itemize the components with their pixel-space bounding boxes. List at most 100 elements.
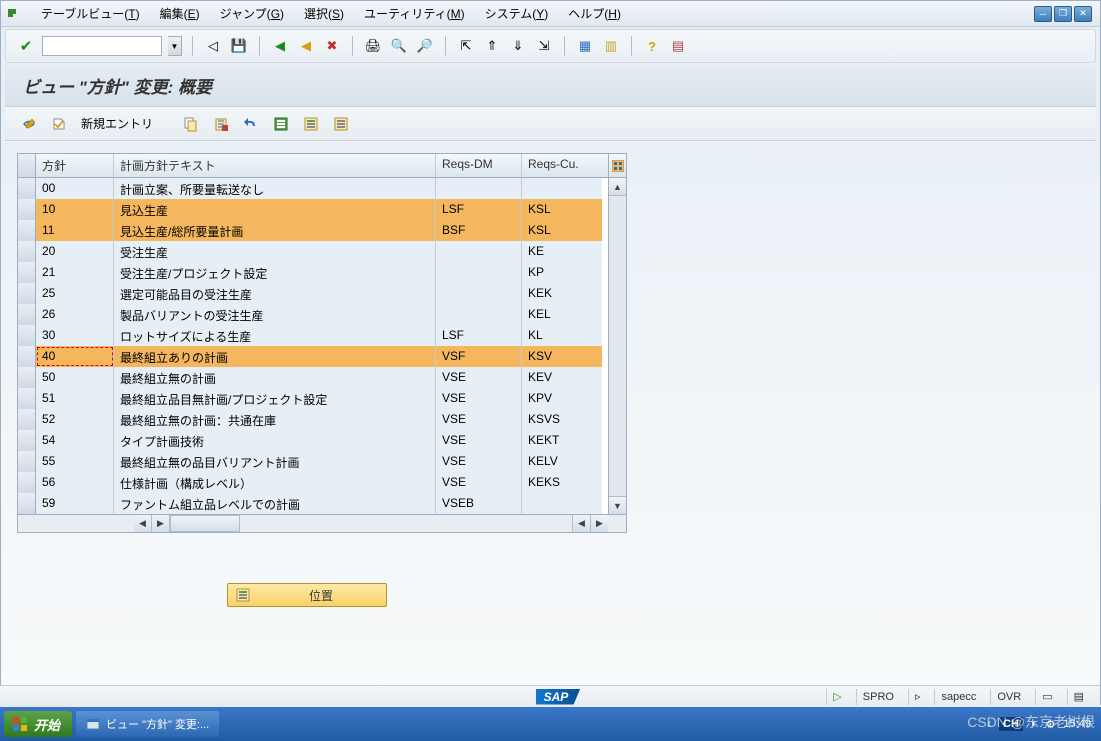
cell-reqs-dm[interactable]: VSE <box>436 367 522 388</box>
system-tray[interactable]: ‹ CH ◐ ⚙ 15:49 <box>987 717 1097 731</box>
cell-reqs-cu[interactable]: KL <box>522 325 602 346</box>
cell-reqs-dm[interactable]: VSE <box>436 472 522 493</box>
language-indicator[interactable]: CH <box>999 717 1023 731</box>
cell-reqs-cu[interactable]: KEV <box>522 367 602 388</box>
cancel-icon[interactable]: ✖ <box>322 36 342 56</box>
cell-text[interactable]: 最終組立無の計画：共通在庫 <box>114 409 436 430</box>
menu-item-g[interactable]: ジャンプ(G) <box>210 2 294 25</box>
cell-reqs-dm[interactable] <box>436 283 522 304</box>
cell-text[interactable]: 最終組立無の計画 <box>114 367 436 388</box>
tray-chevron-icon[interactable]: ‹ <box>987 718 991 730</box>
table-row[interactable]: 10見込生産LSFKSL <box>18 199 608 220</box>
cell-policy[interactable]: 59 <box>36 493 114 514</box>
back-green-icon[interactable]: ◀ <box>270 36 290 56</box>
table-row[interactable]: 11見込生産/総所要量計画BSFKSL <box>18 220 608 241</box>
vertical-scrollbar[interactable]: ▲ ▼ <box>608 154 626 514</box>
cell-reqs-cu[interactable]: KELV <box>522 451 602 472</box>
cell-reqs-dm[interactable] <box>436 241 522 262</box>
check-icon[interactable] <box>47 113 71 135</box>
table-row[interactable]: 55最終組立無の品目バリアント計画VSEKELV <box>18 451 608 472</box>
position-button[interactable]: 位置 <box>227 583 387 607</box>
row-selector[interactable] <box>18 325 36 346</box>
cell-text[interactable]: ロットサイズによる生産 <box>114 325 436 346</box>
row-selector[interactable] <box>18 241 36 262</box>
table-row[interactable]: 30ロットサイズによる生産LSFKL <box>18 325 608 346</box>
horizontal-scrollbar[interactable]: ◀ ▶ ◀ ▶ <box>17 515 627 533</box>
table-row[interactable]: 52最終組立無の計画：共通在庫VSEKSVS <box>18 409 608 430</box>
cell-policy[interactable]: 30 <box>36 325 114 346</box>
table-row[interactable]: 25選定可能品目の受注生産KEK <box>18 283 608 304</box>
cell-text[interactable]: 選定可能品目の受注生産 <box>114 283 436 304</box>
window-restore-button[interactable]: ❐ <box>1054 6 1072 22</box>
cell-policy[interactable]: 54 <box>36 430 114 451</box>
table-row[interactable]: 50最終組立無の計画VSEKEV <box>18 367 608 388</box>
menu-system-icon[interactable] <box>5 6 21 22</box>
cell-reqs-dm[interactable] <box>436 178 522 199</box>
cell-reqs-cu[interactable]: KEKT <box>522 430 602 451</box>
cell-policy[interactable]: 11 <box>36 220 114 241</box>
row-selector[interactable] <box>18 367 36 388</box>
status-nav-icon[interactable]: ▷ <box>826 689 847 705</box>
table-row[interactable]: 51最終組立品目無計画/プロジェクト設定VSEKPV <box>18 388 608 409</box>
find-icon[interactable]: 🔍 <box>389 36 409 56</box>
select-all-icon[interactable] <box>269 113 293 135</box>
cell-reqs-dm[interactable]: VSE <box>436 388 522 409</box>
cell-policy[interactable]: 56 <box>36 472 114 493</box>
table-config-icon[interactable] <box>609 154 626 178</box>
cell-reqs-dm[interactable] <box>436 304 522 325</box>
scroll-left-button[interactable]: ◀ <box>134 515 152 532</box>
cell-text[interactable]: 仕様計画（構成レベル） <box>114 472 436 493</box>
scroll-down-button[interactable]: ▼ <box>609 496 626 514</box>
cell-policy[interactable]: 25 <box>36 283 114 304</box>
cell-policy[interactable]: 20 <box>36 241 114 262</box>
menu-item-s[interactable]: 選択(S) <box>294 2 354 25</box>
table-row[interactable]: 54タイプ計画技術VSEKEKT <box>18 430 608 451</box>
select-block-icon[interactable] <box>299 113 323 135</box>
cell-policy[interactable]: 52 <box>36 409 114 430</box>
row-selector[interactable] <box>18 451 36 472</box>
cell-policy[interactable]: 40 <box>36 346 114 367</box>
cell-text[interactable]: 最終組立無の品目バリアント計画 <box>114 451 436 472</box>
cell-reqs-cu[interactable]: KE <box>522 241 602 262</box>
cell-policy[interactable]: 00 <box>36 178 114 199</box>
row-selector[interactable] <box>18 199 36 220</box>
prev-page-icon[interactable]: ⇑ <box>482 36 502 56</box>
row-selector[interactable] <box>18 262 36 283</box>
status-layout-icon[interactable]: ▤ <box>1067 689 1090 705</box>
print-icon[interactable]: 🖨 <box>363 36 383 56</box>
cell-reqs-dm[interactable]: VSE <box>436 430 522 451</box>
hscroll-track[interactable] <box>170 515 572 532</box>
row-selector[interactable] <box>18 472 36 493</box>
cell-policy[interactable]: 55 <box>36 451 114 472</box>
cell-text[interactable]: 最終組立ありの計画 <box>114 346 436 367</box>
row-selector[interactable] <box>18 409 36 430</box>
menu-item-t[interactable]: テーブルビュー(T) <box>31 2 150 25</box>
column-header-reqs-dm[interactable]: Reqs-DM <box>436 154 522 177</box>
menu-item-e[interactable]: 編集(E) <box>150 2 210 25</box>
cell-policy[interactable]: 51 <box>36 388 114 409</box>
table-row[interactable]: 20受注生産 KE <box>18 241 608 262</box>
table-row[interactable]: 56仕様計画（構成レベル）VSEKEKS <box>18 472 608 493</box>
copy-icon[interactable] <box>179 113 203 135</box>
cell-reqs-dm[interactable]: LSF <box>436 199 522 220</box>
help-icon[interactable]: ? <box>642 36 662 56</box>
cell-policy[interactable]: 26 <box>36 304 114 325</box>
cell-text[interactable]: 最終組立品目無計画/プロジェクト設定 <box>114 388 436 409</box>
window-minimize-button[interactable]: ─ <box>1034 6 1052 22</box>
taskbar-item[interactable]: ビュー "方針" 変更:... <box>76 711 219 737</box>
cell-reqs-cu[interactable]: KSVS <box>522 409 602 430</box>
menu-item-h[interactable]: ヘルプ(H) <box>558 2 631 25</box>
cell-reqs-dm[interactable] <box>436 262 522 283</box>
row-selector[interactable] <box>18 220 36 241</box>
cell-text[interactable]: 見込生産 <box>114 199 436 220</box>
tray-icon-2[interactable]: ⚙ <box>1046 718 1056 731</box>
cell-policy[interactable]: 50 <box>36 367 114 388</box>
scroll-up-button[interactable]: ▲ <box>609 178 626 196</box>
delete-icon[interactable] <box>209 113 233 135</box>
command-field[interactable] <box>42 36 162 56</box>
cell-text[interactable]: 受注生産 <box>114 241 436 262</box>
enter-icon[interactable]: ✔ <box>16 36 36 56</box>
column-header-text[interactable]: 計画方針テキスト <box>114 154 436 177</box>
last-page-icon[interactable]: ⇲ <box>534 36 554 56</box>
save-icon[interactable]: 💾 <box>229 36 249 56</box>
